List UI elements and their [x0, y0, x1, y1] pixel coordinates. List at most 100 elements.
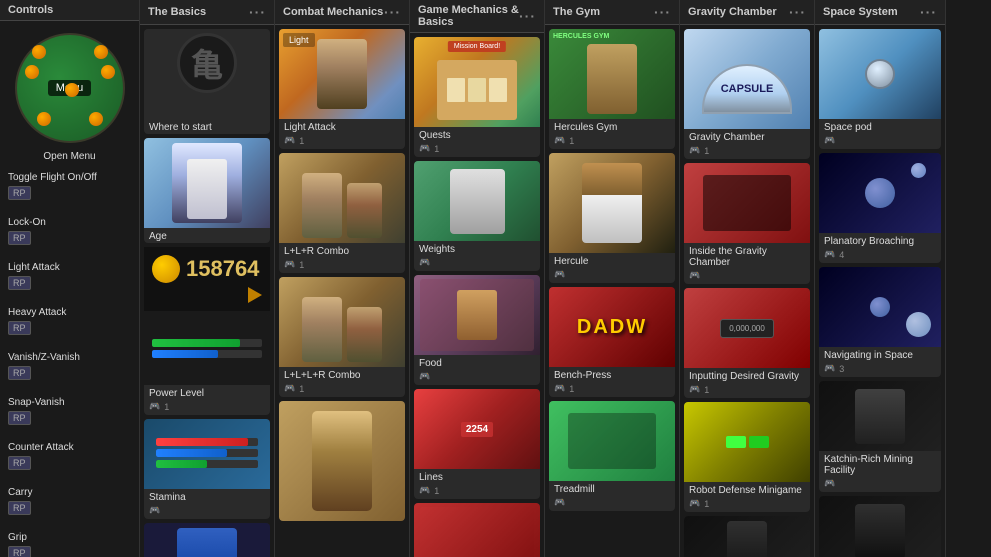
- dragonball-4: [101, 65, 115, 79]
- card-gym-treadmill-meta: 🎮: [549, 496, 675, 511]
- card-stamina-title: Stamina: [144, 489, 270, 504]
- card-food[interactable]: Food 🎮: [414, 275, 540, 385]
- control-lockon-name: Lock-On: [8, 217, 131, 228]
- inputting-display: 0,000,000: [720, 319, 774, 338]
- lllr-char2: [347, 307, 382, 362]
- power-number: 158764: [186, 256, 259, 282]
- lines-meta-icon: 🎮: [419, 485, 430, 496]
- card-where-to-start[interactable]: 亀 Where to start: [144, 29, 270, 134]
- card-katchin-ore[interactable]: Katchin Ore 🎮: [819, 496, 941, 557]
- card-food-meta: 🎮: [414, 370, 540, 385]
- card-lllr-combo[interactable]: L+L+L+R Combo 🎮 1: [279, 277, 405, 397]
- control-heavy-key: RP: [8, 321, 31, 335]
- card-where-to-start-title: Where to start: [144, 119, 270, 134]
- card-planetary-meta: 🎮 4: [819, 248, 941, 263]
- card-hercules-gym[interactable]: HERCULES GYM Hercules Gym 🎮 1: [549, 29, 675, 149]
- card-dadw[interactable]: DADW Bench-Press 🎮 1: [549, 287, 675, 397]
- card-food-image: [414, 275, 540, 355]
- quests-meta-icon: 🎮: [419, 143, 430, 154]
- card-gravity-chamber-title: Gravity Chamber: [684, 129, 810, 144]
- space-content: Space pod 🎮 Planatory Broaching 🎮 4: [815, 25, 945, 557]
- card-inputting-gravity[interactable]: 0,000,000 Inputting Desired Gravity 🎮 1: [684, 288, 810, 398]
- control-grip-name: Grip: [8, 532, 131, 543]
- card-stamina[interactable]: Stamina 🎮: [144, 419, 270, 519]
- card-llr-image: [279, 153, 405, 243]
- card-combat-bottom[interactable]: [279, 401, 405, 521]
- dadw-content: DADW: [549, 287, 675, 367]
- combo-char1: [302, 173, 342, 238]
- card-dadw-title: Bench-Press: [549, 367, 675, 382]
- card-inputting-title: Inputting Desired Gravity: [684, 368, 810, 383]
- inputting-meta-icon: 🎮: [689, 384, 700, 395]
- card-llr-combo[interactable]: L+L+R Combo 🎮 1: [279, 153, 405, 273]
- inside-gravity-scene: [703, 175, 791, 231]
- card-gym-treadmill[interactable]: Treadmill 🎮: [549, 401, 675, 511]
- card-quests[interactable]: Mission Board! Quests 🎮 1: [414, 37, 540, 157]
- card-lllr-image: [279, 277, 405, 367]
- inputting-content: 0,000,000: [684, 288, 810, 368]
- card-hercules-gym-image: HERCULES GYM: [549, 29, 675, 119]
- power-bars: [144, 331, 270, 369]
- card-lines-title: Lines: [414, 469, 540, 484]
- stamina-bar1-fill: [156, 438, 247, 446]
- card-space-pod-meta: 🎮: [819, 134, 941, 149]
- card-planetary[interactable]: Planatory Broaching 🎮 4: [819, 153, 941, 263]
- card-bench-press-game[interactable]: Bench-Press 🎮 1: [414, 503, 540, 557]
- control-vanish-key: RP: [8, 366, 31, 380]
- gym-content: HERCULES GYM Hercules Gym 🎮 1 Hercule: [545, 25, 679, 557]
- pod-shape: [865, 59, 895, 89]
- menu-circle[interactable]: Menu: [15, 33, 125, 143]
- card-hercule[interactable]: Hercule 🎮: [549, 153, 675, 283]
- card-lines[interactable]: 2254 Lines 🎮 1: [414, 389, 540, 499]
- lines-meta-val: 1: [434, 486, 439, 496]
- control-vanish: Vanish/Z-Vanish RP: [4, 350, 135, 383]
- hercule-content: [549, 153, 675, 253]
- gravity-title: Gravity Chamber: [688, 6, 777, 18]
- card-power-level[interactable]: Power Level 🎮 1: [144, 315, 270, 415]
- card-inside-gravity-meta: 🎮: [684, 269, 810, 284]
- card-age[interactable]: Age: [144, 138, 270, 243]
- food-item: [457, 290, 497, 340]
- card-robot-meta: 🎮 1: [684, 497, 810, 512]
- dragonball-1: [32, 45, 46, 59]
- bar2-fill: [152, 350, 218, 358]
- katchin-rich-meta-icon: 🎮: [824, 478, 835, 489]
- card-navigating[interactable]: Navigating in Space 🎮 3: [819, 267, 941, 377]
- power-level-display: 158764: [144, 247, 270, 311]
- card-katchin-mining[interactable]: Katchin-Rich Mining Facility 🎮: [684, 516, 810, 557]
- card-inside-gravity[interactable]: Inside the Gravity Chamber 🎮: [684, 163, 810, 284]
- control-light: Light Attack RP: [4, 260, 135, 293]
- gravity-chamber-meta-icon: 🎮: [689, 145, 700, 156]
- card-hercule-meta: 🎮: [549, 268, 675, 283]
- dadw-text: DADW: [577, 316, 647, 339]
- card-robot-defense[interactable]: Robot Defense Minigame 🎮 1: [684, 402, 810, 512]
- mission-paper1: [447, 78, 465, 102]
- card-katchin-rich[interactable]: Katchin-Rich Mining Facility 🎮: [819, 381, 941, 492]
- card-space-pod[interactable]: Space pod 🎮: [819, 29, 941, 149]
- combat-dots: ···: [384, 4, 401, 20]
- card-katchin-ore-image: [819, 496, 941, 557]
- mission-paper3: [489, 78, 507, 102]
- planetary-meta-icon: 🎮: [824, 249, 835, 260]
- hercules-gym-content: HERCULES GYM: [549, 29, 675, 119]
- card-katchin-rich-title: Katchin-Rich Mining Facility: [819, 451, 941, 477]
- hercule-meta-icon: 🎮: [554, 269, 565, 280]
- card-llr-title: L+L+R Combo: [279, 243, 405, 258]
- coin-icon: [152, 255, 180, 283]
- fatigue-content: [144, 523, 270, 557]
- hercule-char: [582, 163, 642, 243]
- control-vanish-name: Vanish/Z-Vanish: [8, 352, 131, 363]
- game-content: Mission Board! Quests 🎮 1: [410, 33, 544, 557]
- combat-title: Combat Mechanics: [283, 6, 383, 18]
- control-carry-name: Carry: [8, 487, 131, 498]
- card-llr-meta: 🎮 1: [279, 258, 405, 273]
- card-light-attack[interactable]: Light Light Attack 🎮 1: [279, 29, 405, 149]
- bar2-container: [152, 350, 262, 358]
- lllr-meta-icon: 🎮: [284, 383, 295, 394]
- control-snap: Snap-Vanish RP: [4, 395, 135, 428]
- card-weights[interactable]: Weights 🎮: [414, 161, 540, 271]
- card-fatigue[interactable]: Fatigue: 4%: [144, 523, 270, 557]
- gym-title: The Gym: [553, 6, 600, 18]
- column-game: Game Mechanics & Basics ··· Mission Boar…: [410, 0, 545, 557]
- card-gravity-chamber[interactable]: CAPSULE Gravity Chamber 🎮 1: [684, 29, 810, 159]
